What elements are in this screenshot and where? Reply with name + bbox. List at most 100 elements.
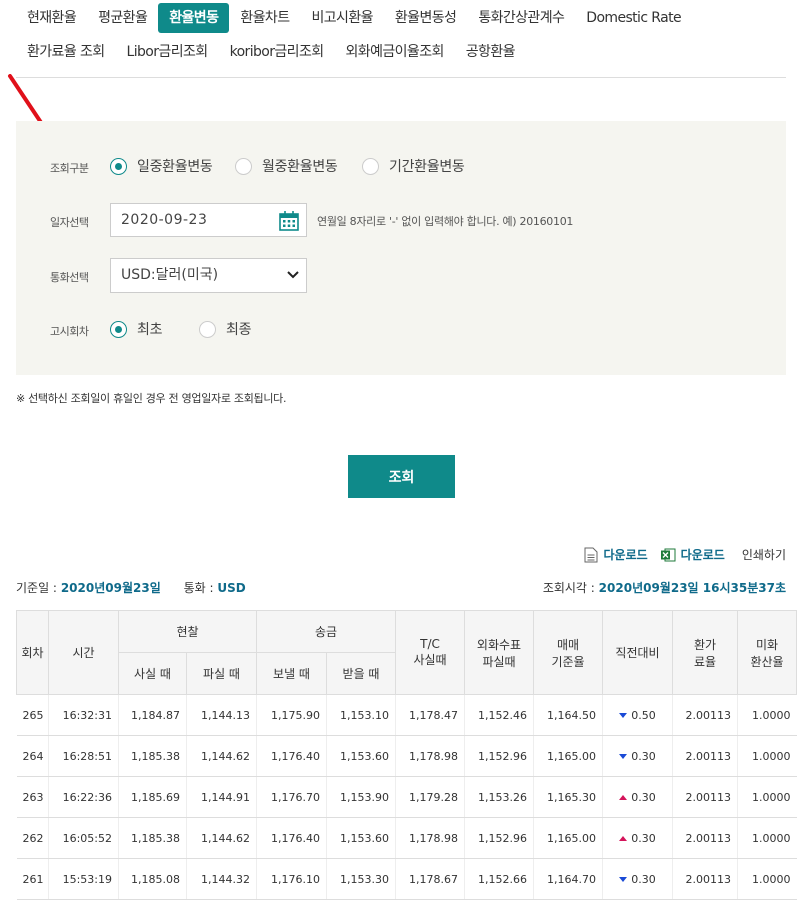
table-cell: 1,164.50 (533, 694, 603, 736)
radio-last-label: 최종 (226, 322, 252, 338)
table-row: 261 15:53:19 1,185.08 1,144.32 1,176.10 1,153… (16, 858, 797, 900)
table-cell: 1,185.08 (118, 858, 187, 900)
download-excel-button[interactable]: 다운로드 (660, 546, 725, 563)
table-cell: 1,178.98 (395, 735, 465, 777)
tab-rate-change[interactable]: 환율변동 (158, 3, 230, 33)
col-cash: 현찰 (118, 610, 257, 653)
tab-deposit-rate[interactable]: 외화예금이율조회 (335, 37, 455, 67)
radio-daily-label: 일중환율변동 (137, 159, 213, 175)
change-value: 0.30 (631, 749, 656, 763)
info-right: 조회시각 : 2020년09월23일 16시35분37초 (543, 579, 786, 596)
table-cell: 16:32:31 (48, 694, 119, 736)
change-cell: 0.30 (602, 735, 673, 777)
tab-rate-chart[interactable]: 환율차트 (229, 3, 300, 33)
tab-libor[interactable]: Libor금리조회 (116, 37, 219, 67)
change-cell: 0.50 (602, 694, 673, 736)
table-cell: 1,152.66 (464, 858, 534, 900)
triangle-up-icon (619, 836, 628, 841)
tab-average-rate[interactable]: 평균환율 (87, 3, 158, 33)
table-cell: 1.0000 (737, 817, 797, 859)
change-value: 0.30 (631, 872, 656, 886)
radio-daily[interactable]: 일중환율변동 (110, 156, 213, 176)
tab-airport-rate[interactable]: 공항환율 (455, 37, 526, 67)
table-cell: 1,153.60 (326, 817, 396, 859)
tab-unannounced-rate[interactable]: 비고시환율 (301, 3, 384, 33)
table-cell: 16:22:36 (48, 776, 119, 818)
col-wire-recv: 받을 때 (326, 652, 396, 695)
calendar-icon[interactable] (278, 210, 300, 232)
table-cell: 1,152.96 (464, 735, 534, 777)
holiday-notice: ※ 선택하신 조회일이 휴일인 경우 전 영업일자로 조회됩니다. (16, 392, 287, 405)
radio-last[interactable]: 최종 (199, 319, 251, 339)
info-left: 기준일 : 2020년09월23일 통화 : USD (16, 579, 246, 596)
radio-checked-icon (110, 320, 127, 338)
date-value: 2020-09-23 (121, 212, 208, 228)
table-cell: 1.0000 (737, 694, 797, 736)
tab-current-rate[interactable]: 현재환율 (16, 3, 87, 33)
table-cell: 262 (16, 817, 49, 859)
currency-value: USD:달러(미국) (121, 267, 219, 283)
radio-first-label: 최초 (137, 322, 163, 338)
notice-round-label: 고시회차 (50, 325, 89, 338)
table-cell: 1,184.87 (118, 694, 187, 736)
triangle-up-icon (619, 795, 628, 800)
table-row: 264 16:28:51 1,185.38 1,144.62 1,176.40 1,153… (16, 735, 797, 777)
table-cell: 1,144.62 (186, 817, 257, 859)
date-hint: 연월일 8자리로 '-' 없이 입력해야 합니다. 예) 20160101 (317, 215, 574, 228)
rate-table: 회차 시간 현찰 송금 T/C 사실때 외화수표 파실때 매매 기준율 직전대비 환가… (16, 610, 797, 900)
table-cell: 1,185.38 (118, 735, 187, 777)
table-cell: 1,176.40 (256, 817, 327, 859)
radio-monthly[interactable]: 월중환율변동 (235, 156, 338, 176)
table-cell: 1,152.96 (464, 817, 534, 859)
table-row: 262 16:05:52 1,185.38 1,144.62 1,176.40 1,153… (16, 817, 797, 859)
search-form: 조회구분 일중환율변동 월중환율변동 기간환율변동 일자선택 2020-09-2… (16, 121, 786, 375)
col-cash-sell: 파실 때 (186, 652, 257, 695)
print-label: 인쇄하기 (741, 548, 786, 562)
table-cell: 2.00113 (672, 776, 738, 818)
col-check: 외화수표 파실때 (464, 610, 534, 695)
triangle-down-icon (619, 754, 628, 759)
base-date-label: 기준일 : (16, 581, 57, 595)
table-cell: 1,153.60 (326, 735, 396, 777)
table-row: 263 16:22:36 1,185.69 1,144.91 1,176.70 1,153… (16, 776, 797, 818)
table-cell: 1,153.30 (326, 858, 396, 900)
tab-correlation[interactable]: 통화간상관계수 (467, 3, 575, 33)
query-type-label: 조회구분 (50, 162, 89, 175)
table-cell: 1.0000 (737, 735, 797, 777)
change-cell: 0.30 (602, 817, 673, 859)
currency-label: 통화선택 (50, 271, 89, 284)
currency-select[interactable]: USD:달러(미국) (110, 258, 307, 293)
radio-first[interactable]: 최초 (110, 319, 162, 339)
excel-icon (660, 548, 676, 561)
download-text-label: 다운로드 (603, 548, 648, 562)
radio-period[interactable]: 기간환율변동 (362, 156, 465, 176)
table-cell: 1,144.91 (186, 776, 257, 818)
print-button[interactable]: 인쇄하기 (737, 546, 786, 563)
table-cell: 1,176.70 (256, 776, 327, 818)
table-cell: 1,185.38 (118, 817, 187, 859)
tab-domestic-rate[interactable]: Domestic Rate (575, 3, 692, 33)
table-cell: 1,175.90 (256, 694, 327, 736)
table-cell: 1.0000 (737, 776, 797, 818)
base-date-value: 2020년09월23일 (60, 581, 161, 595)
tab-discount-fee[interactable]: 환가료율 조회 (16, 37, 116, 67)
table-cell: 1,153.90 (326, 776, 396, 818)
table-cell: 1,178.98 (395, 817, 465, 859)
download-text-button[interactable]: 다운로드 (584, 546, 648, 563)
date-input[interactable]: 2020-09-23 (110, 203, 307, 237)
search-button[interactable]: 조회 (348, 455, 455, 498)
table-cell: 1.0000 (737, 858, 797, 900)
currency-info-value: USD (217, 581, 246, 595)
tab-volatility[interactable]: 환율변동성 (384, 3, 467, 33)
table-cell: 1,144.32 (186, 858, 257, 900)
chevron-down-icon (287, 271, 299, 279)
tab-koribor[interactable]: koribor금리조회 (219, 37, 335, 67)
col-tc: T/C 사실때 (395, 610, 465, 695)
table-cell: 1,144.13 (186, 694, 257, 736)
col-wire-send: 보낼 때 (256, 652, 327, 695)
table-cell: 1,179.28 (395, 776, 465, 818)
query-time-label: 조회시각 : (542, 581, 595, 595)
table-cell: 2.00113 (672, 817, 738, 859)
col-wire: 송금 (256, 610, 396, 653)
tab-divider (16, 77, 786, 78)
